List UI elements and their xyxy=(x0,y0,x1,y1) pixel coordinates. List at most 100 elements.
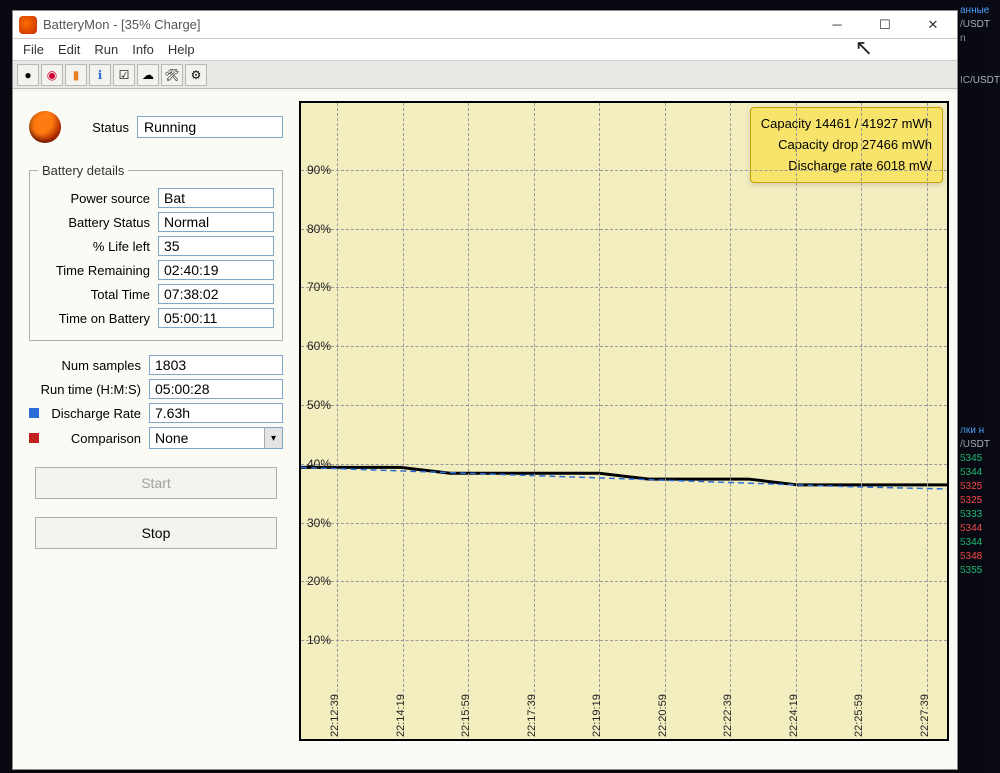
tool-record-icon[interactable]: ● xyxy=(17,64,39,86)
num-samples-label: Num samples xyxy=(29,358,149,373)
tool-settings-icon[interactable]: ⚙ xyxy=(185,64,207,86)
chart-tooltip: Capacity 14461 / 41927 mWh Capacity drop… xyxy=(750,107,943,183)
battery-details-group: Battery details Power source Bat Battery… xyxy=(29,163,283,341)
total-time-label: Total Time xyxy=(38,287,158,302)
y-tick-label: 20% xyxy=(307,574,331,588)
x-tick-label: 22:27:39 xyxy=(919,694,931,737)
maximize-button[interactable]: ☐ xyxy=(861,11,909,39)
status-app-icon xyxy=(29,111,61,143)
discharge-rate-label: Discharge Rate xyxy=(43,406,149,421)
y-tick-label: 90% xyxy=(307,163,331,177)
chart-svg xyxy=(301,103,947,739)
hgrid-line xyxy=(301,287,947,288)
extra-stats: Num samples 1803 Run time (H:M:S) 05:00:… xyxy=(29,355,283,449)
hgrid-line xyxy=(301,170,947,171)
y-tick-label: 10% xyxy=(307,633,331,647)
minimize-button[interactable]: ─ xyxy=(813,11,861,39)
vgrid-line xyxy=(599,103,600,697)
left-panel: Status Running Battery details Power sou… xyxy=(29,111,283,549)
tooltip-line3: Discharge rate 6018 mW xyxy=(761,156,932,177)
vgrid-line xyxy=(468,103,469,697)
comparison-value: None xyxy=(150,429,264,447)
x-tick-label: 22:25:59 xyxy=(853,694,865,737)
hgrid-line xyxy=(301,640,947,641)
discharge-marker-icon xyxy=(29,408,39,418)
comparison-label: Comparison xyxy=(43,431,149,446)
time-on-battery-value: 05:00:11 xyxy=(158,308,274,328)
y-tick-label: 30% xyxy=(307,516,331,530)
life-left-value: 35 xyxy=(158,236,274,256)
vgrid-line xyxy=(337,103,338,697)
discharge-rate-value: 7.63h xyxy=(149,403,283,423)
vgrid-line xyxy=(730,103,731,697)
comparison-marker-icon xyxy=(29,433,39,443)
menubar: File Edit Run Info Help xyxy=(13,39,957,61)
tool-tool-icon[interactable]: 🛠 xyxy=(161,64,183,86)
hgrid-line xyxy=(301,464,947,465)
x-tick-label: 22:19:19 xyxy=(591,694,603,737)
tool-stop-icon[interactable]: ◉ xyxy=(41,64,63,86)
hgrid-line xyxy=(301,523,947,524)
y-tick-label: 40% xyxy=(307,457,331,471)
time-on-battery-label: Time on Battery xyxy=(38,311,158,326)
x-tick-label: 22:15:59 xyxy=(460,694,472,737)
hgrid-line xyxy=(301,581,947,582)
comparison-dropdown[interactable]: None ▾ xyxy=(149,427,283,449)
y-tick-label: 50% xyxy=(307,398,331,412)
y-tick-label: 70% xyxy=(307,280,331,294)
vgrid-line xyxy=(796,103,797,697)
start-button[interactable]: Start xyxy=(35,467,276,499)
batterymon-window: BatteryMon - [35% Charge] ─ ☐ ✕ ↖ File E… xyxy=(12,10,958,770)
tool-info-icon[interactable]: ℹ xyxy=(89,64,111,86)
tooltip-line1: Capacity 14461 / 41927 mWh xyxy=(761,114,932,135)
x-tick-label: 22:14:19 xyxy=(395,694,407,737)
dropdown-arrow-icon[interactable]: ▾ xyxy=(264,428,282,448)
vgrid-line xyxy=(403,103,404,697)
run-time-label: Run time (H:M:S) xyxy=(29,382,149,397)
life-left-label: % Life left xyxy=(38,239,158,254)
chart-area[interactable]: Capacity 14461 / 41927 mWh Capacity drop… xyxy=(299,101,949,741)
menu-edit[interactable]: Edit xyxy=(58,42,80,57)
window-title: BatteryMon - [35% Charge] xyxy=(43,17,201,32)
stop-button[interactable]: Stop xyxy=(35,517,276,549)
app-icon xyxy=(19,16,37,34)
time-remaining-label: Time Remaining xyxy=(38,263,158,278)
x-tick-label: 22:17:39 xyxy=(526,694,538,737)
background-app-strip: анные /USDT n IC/USDT лки н /USDT 5345 5… xyxy=(958,0,1000,773)
time-remaining-value: 02:40:19 xyxy=(158,260,274,280)
menu-info[interactable]: Info xyxy=(132,42,154,57)
status-value: Running xyxy=(137,116,283,138)
battery-status-label: Battery Status xyxy=(38,215,158,230)
close-button[interactable]: ✕ xyxy=(909,11,957,39)
titlebar[interactable]: BatteryMon - [35% Charge] ─ ☐ ✕ xyxy=(13,11,957,39)
hgrid-line xyxy=(301,405,947,406)
details-legend: Battery details xyxy=(38,163,128,178)
x-tick-label: 22:24:19 xyxy=(788,694,800,737)
total-time-value: 07:38:02 xyxy=(158,284,274,304)
menu-run[interactable]: Run xyxy=(94,42,118,57)
hgrid-line xyxy=(301,346,947,347)
tool-cloud-icon[interactable]: ☁ xyxy=(137,64,159,86)
vgrid-line xyxy=(927,103,928,697)
y-tick-label: 60% xyxy=(307,339,331,353)
status-label: Status xyxy=(69,120,129,135)
power-source-value: Bat xyxy=(158,188,274,208)
hgrid-line xyxy=(301,229,947,230)
content-area: Status Running Battery details Power sou… xyxy=(13,91,957,769)
vgrid-line xyxy=(665,103,666,697)
battery-status-value: Normal xyxy=(158,212,274,232)
menu-file[interactable]: File xyxy=(23,42,44,57)
menu-help[interactable]: Help xyxy=(168,42,195,57)
tooltip-line2: Capacity drop 27466 mWh xyxy=(761,135,932,156)
y-tick-label: 80% xyxy=(307,222,331,236)
num-samples-value: 1803 xyxy=(149,355,283,375)
x-tick-label: 22:12:39 xyxy=(329,694,341,737)
run-time-value: 05:00:28 xyxy=(149,379,283,399)
tool-battery-icon[interactable]: ▮ xyxy=(65,64,87,86)
vgrid-line xyxy=(534,103,535,697)
x-tick-label: 22:22:39 xyxy=(722,694,734,737)
vgrid-line xyxy=(861,103,862,697)
x-tick-label: 22:20:59 xyxy=(657,694,669,737)
toolbar: ● ◉ ▮ ℹ ☑ ☁ 🛠 ⚙ xyxy=(13,61,957,89)
tool-config-icon[interactable]: ☑ xyxy=(113,64,135,86)
